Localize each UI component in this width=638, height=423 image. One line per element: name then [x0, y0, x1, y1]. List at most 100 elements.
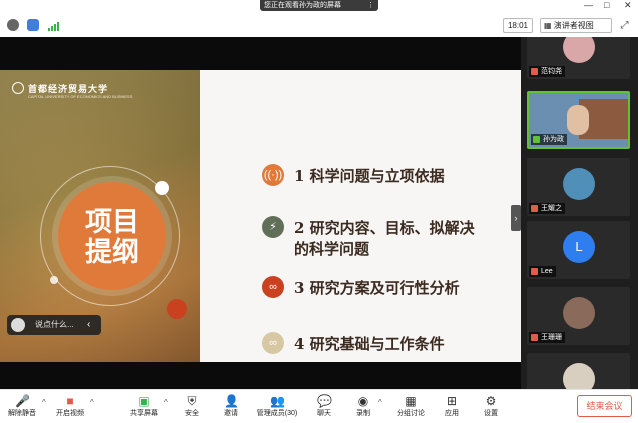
broadcast-icon: ((·))	[262, 164, 284, 186]
university-logo-icon	[12, 82, 24, 94]
end-meeting-button[interactable]: 结束会议	[577, 395, 632, 417]
outline-item-label: 3 研究方案及可行性分析	[294, 279, 460, 297]
slide-title-line2: 提纲	[85, 237, 139, 268]
outline-item-label: 2 研究内容、目标、拟解决	[294, 219, 475, 237]
participant-name: 范钧尧	[529, 66, 565, 77]
more-icon[interactable]: ⋮	[367, 0, 374, 11]
minimize-icon[interactable]: —	[584, 0, 593, 11]
panel-toggle-handle[interactable]: ›	[511, 205, 521, 231]
invite-icon: 👤	[224, 394, 239, 408]
audio-options-caret-icon[interactable]: ^	[42, 398, 46, 407]
decorative-dot-red	[167, 299, 187, 319]
title-bar: 您正在观看孙为政的屏幕 ⋮ — □ ✕	[0, 0, 638, 12]
avatar	[563, 168, 595, 200]
settings-label: 设置	[484, 410, 498, 417]
share-screen-button[interactable]: ▣ 共享屏幕	[128, 392, 160, 422]
breakout-icon: ▦	[405, 394, 417, 408]
participant-name: 孙为政	[531, 134, 567, 145]
start-video-button[interactable]: ■ 开启视频	[54, 392, 86, 422]
security-shield-icon[interactable]	[27, 19, 39, 31]
breakout-rooms-button[interactable]: ▦ 分组讨论	[394, 392, 428, 422]
emoji-icon[interactable]	[11, 318, 25, 332]
record-label: 录制	[356, 410, 370, 417]
close-icon[interactable]: ✕	[624, 0, 632, 11]
presentation-slide: 首都经济贸易大学 CAPITAL UNIVERSITY OF ECONOMICS…	[0, 70, 521, 362]
participant-tile[interactable]	[527, 353, 630, 389]
share-screen-label: 共享屏幕	[130, 410, 158, 417]
meeting-clock: 18:01	[503, 18, 533, 33]
apps-button[interactable]: ⊞ 应用	[441, 392, 463, 422]
video-off-icon: ■	[66, 394, 74, 408]
video-options-caret-icon[interactable]: ^	[90, 398, 94, 407]
share-options-caret-icon[interactable]: ^	[164, 398, 168, 407]
danmaku-input-bar[interactable]: 说点什么... ‹	[7, 315, 101, 335]
avatar	[563, 297, 595, 329]
settings-button[interactable]: ⚙ 设置	[480, 392, 502, 422]
share-banner[interactable]: 您正在观看孙为政的屏幕 ⋮	[260, 0, 378, 11]
chat-button[interactable]: 💬 聊天	[313, 392, 335, 422]
participant-tile-active-speaker[interactable]: 孙为政	[527, 91, 630, 149]
avatar: L	[563, 231, 595, 263]
slide-title-line1: 项目	[85, 207, 139, 238]
manage-members-label: 管理成员(30)	[256, 410, 298, 417]
participant-name: Lee	[529, 266, 556, 277]
outline-item-label: 4 研究基础与工作条件	[294, 335, 445, 353]
meeting-window: 您正在观看孙为政的屏幕 ⋮ — □ ✕ 18:01 ▦ 演讲者视图 ⤢ 首都经济…	[0, 0, 638, 423]
record-button[interactable]: ◉ 录制	[352, 392, 374, 422]
decorative-dot-small	[50, 276, 58, 284]
avatar	[563, 363, 595, 389]
participant-tile[interactable]: 王珊珊	[527, 287, 630, 345]
mic-icon	[533, 136, 540, 143]
chat-icon: 💬	[317, 394, 332, 408]
decorative-dot-white	[155, 181, 169, 195]
apps-icon: ⊞	[446, 394, 458, 408]
security-button[interactable]: ⛨ 安全	[182, 392, 202, 422]
meeting-controls-bar: 🎤 解除静音 ^ ■ 开启视频 ^ ▣ 共享屏幕 ^ ⛨ 安全 👤 邀请 👥 管…	[0, 389, 638, 423]
breakout-label: 分组讨论	[397, 410, 425, 417]
view-selector-button[interactable]: ▦ 演讲者视图	[540, 18, 612, 33]
participant-tile[interactable]: L Lee	[527, 221, 630, 279]
participant-tile[interactable]: 王耀之	[527, 158, 630, 216]
manage-members-button[interactable]: 👥 管理成员(30)	[254, 392, 300, 422]
outline-item-label-line2: 的科学问题	[294, 240, 370, 258]
record-options-caret-icon[interactable]: ^	[378, 398, 382, 407]
record-icon: ◉	[357, 394, 369, 408]
shared-screen-area: 首都经济贸易大学 CAPITAL UNIVERSITY OF ECONOMICS…	[0, 37, 521, 389]
lightning-icon: ⚡	[262, 216, 284, 238]
view-label: 演讲者视图	[553, 21, 594, 30]
participant-name: 王珊珊	[529, 332, 565, 343]
collapse-arrow-icon[interactable]: ‹	[87, 315, 90, 335]
top-toolbar: 18:01 ▦ 演讲者视图 ⤢	[0, 14, 638, 36]
chat-label: 聊天	[317, 410, 331, 417]
link-icon: ∞	[262, 276, 284, 298]
slide-title: 项目 提纲	[58, 208, 166, 268]
participant-name: 王耀之	[529, 203, 565, 214]
speaker-face	[567, 105, 589, 135]
grid-icon: ▦	[544, 21, 554, 30]
signal-icon[interactable]	[47, 19, 59, 31]
mic-muted-icon	[531, 205, 538, 212]
security-label: 安全	[185, 410, 199, 417]
settings-icon: ⚙	[485, 394, 497, 408]
avatar	[563, 37, 595, 63]
mic-muted-icon	[531, 268, 538, 275]
apps-label: 应用	[445, 410, 459, 417]
shield-icon: ⛨	[187, 394, 197, 408]
unmute-button[interactable]: 🎤 解除静音	[6, 392, 38, 422]
mic-muted-icon	[531, 68, 538, 75]
start-video-label: 开启视频	[56, 410, 84, 417]
participant-tile[interactable]: 范钧尧	[527, 37, 630, 79]
maximize-icon[interactable]: □	[604, 0, 609, 11]
info-icon[interactable]	[7, 19, 19, 31]
members-icon: 👥	[270, 394, 285, 408]
invite-button[interactable]: 👤 邀请	[220, 392, 242, 422]
participants-panel: 范钧尧 孙为政 王耀之 L Lee 王珊珊	[521, 37, 638, 389]
mic-muted-icon: 🎤	[15, 394, 30, 408]
danmaku-placeholder: 说点什么...	[35, 320, 74, 329]
mic-muted-icon	[531, 334, 538, 341]
share-banner-text: 您正在观看孙为政的屏幕	[264, 2, 341, 9]
link-icon: ∞	[262, 332, 284, 354]
university-name-en: CAPITAL UNIVERSITY OF ECONOMICS AND BUSI…	[28, 94, 133, 99]
fullscreen-icon[interactable]: ⤢	[618, 19, 631, 32]
unmute-label: 解除静音	[8, 410, 36, 417]
